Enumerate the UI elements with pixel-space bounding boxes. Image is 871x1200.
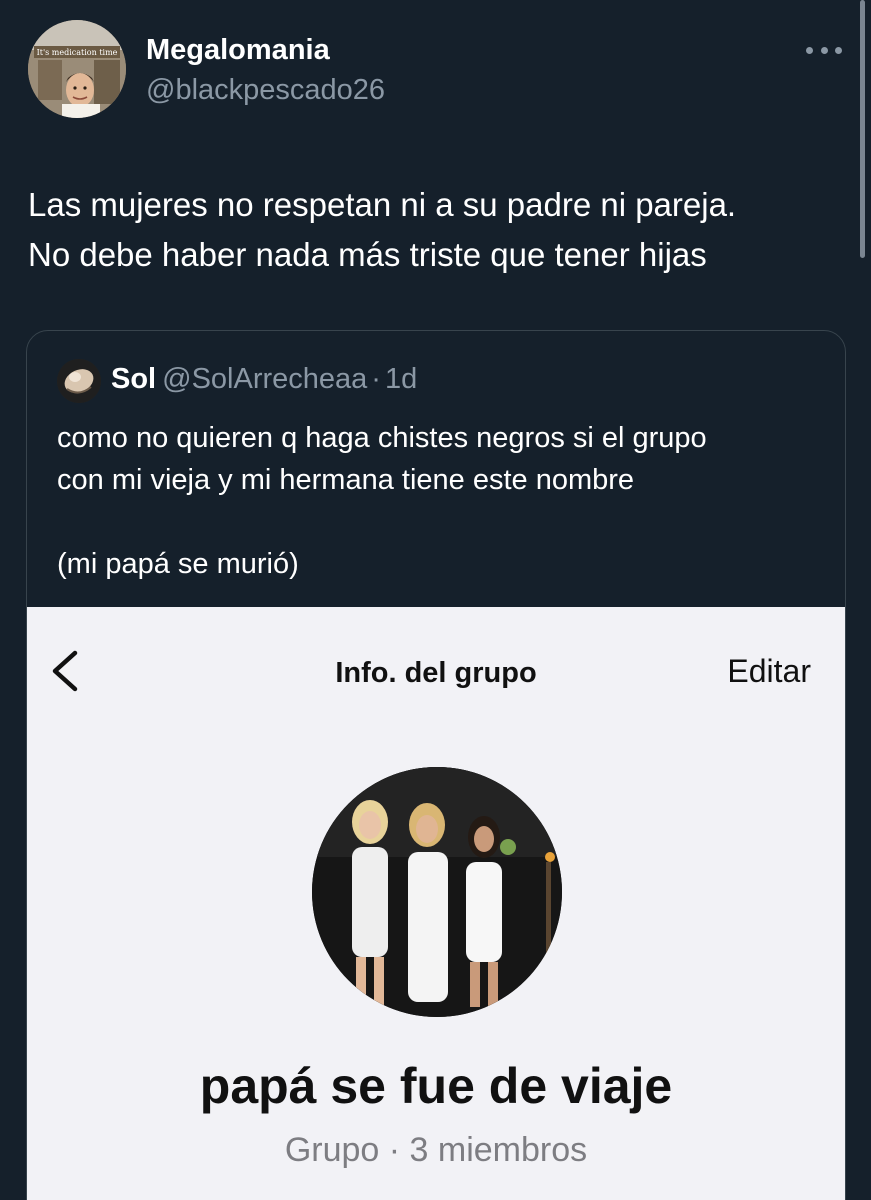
quote-author-handle[interactable]: @SolArrecheaa (162, 363, 367, 395)
author-avatar-image: It's medication time (28, 20, 126, 118)
quote-text-line (57, 501, 827, 543)
group-name: papá se fue de viaje (199, 1058, 673, 1114)
quote-author-display-name[interactable]: Sol (111, 363, 156, 395)
quote-text-line: como no quieren q haga chistes negros si… (57, 422, 707, 454)
dot (806, 46, 813, 54)
tweet-text-line: Las mujeres no respetan ni a su padre ni… (28, 186, 737, 223)
author-avatar[interactable]: It's medication time (28, 20, 126, 118)
more-horizontal-icon[interactable] (806, 38, 842, 62)
dot (820, 46, 828, 54)
quote-text-line: con mi vieja y mi hermana tiene este nom… (57, 464, 635, 496)
quote-author-avatar[interactable] (57, 359, 101, 403)
quote-text: como no quieren q haga chistes negros si… (57, 417, 827, 585)
group-info-title: Info. del grupo (335, 657, 537, 689)
tweet-view: It's medication time Megalomania @blackp… (0, 0, 871, 1200)
author-display-name[interactable]: Megalomania (146, 34, 330, 67)
quote-text-line: (mi papá se murió) (57, 548, 299, 580)
svg-text:It's medication time: It's medication time (37, 48, 118, 57)
dot (835, 46, 842, 54)
quoted-tweet-card[interactable]: Sol @SolArrecheaa · 1d como no quieren q ha… (26, 330, 846, 1200)
quote-separator: · (371, 363, 381, 395)
group-photo (312, 767, 562, 1017)
quote-header: Sol @SolArrecheaa · 1d (111, 363, 417, 396)
quote-timestamp[interactable]: 1d (385, 363, 417, 395)
group-subtitle: Grupo · 3 miembros (284, 1131, 588, 1169)
scrollbar[interactable] (860, 0, 865, 258)
edit-button: Editar (727, 653, 811, 689)
quote-author-avatar-image (57, 359, 101, 403)
author-handle[interactable]: @blackpescado26 (146, 74, 385, 107)
tweet-text-line: No debe haber nada más triste que tener … (28, 236, 707, 273)
quote-media-image[interactable]: Info. del grupo Editar papá se fue de vi… (27, 607, 845, 1200)
tweet-text: Las mujeres no respetan ni a su padre ni… (28, 180, 848, 280)
